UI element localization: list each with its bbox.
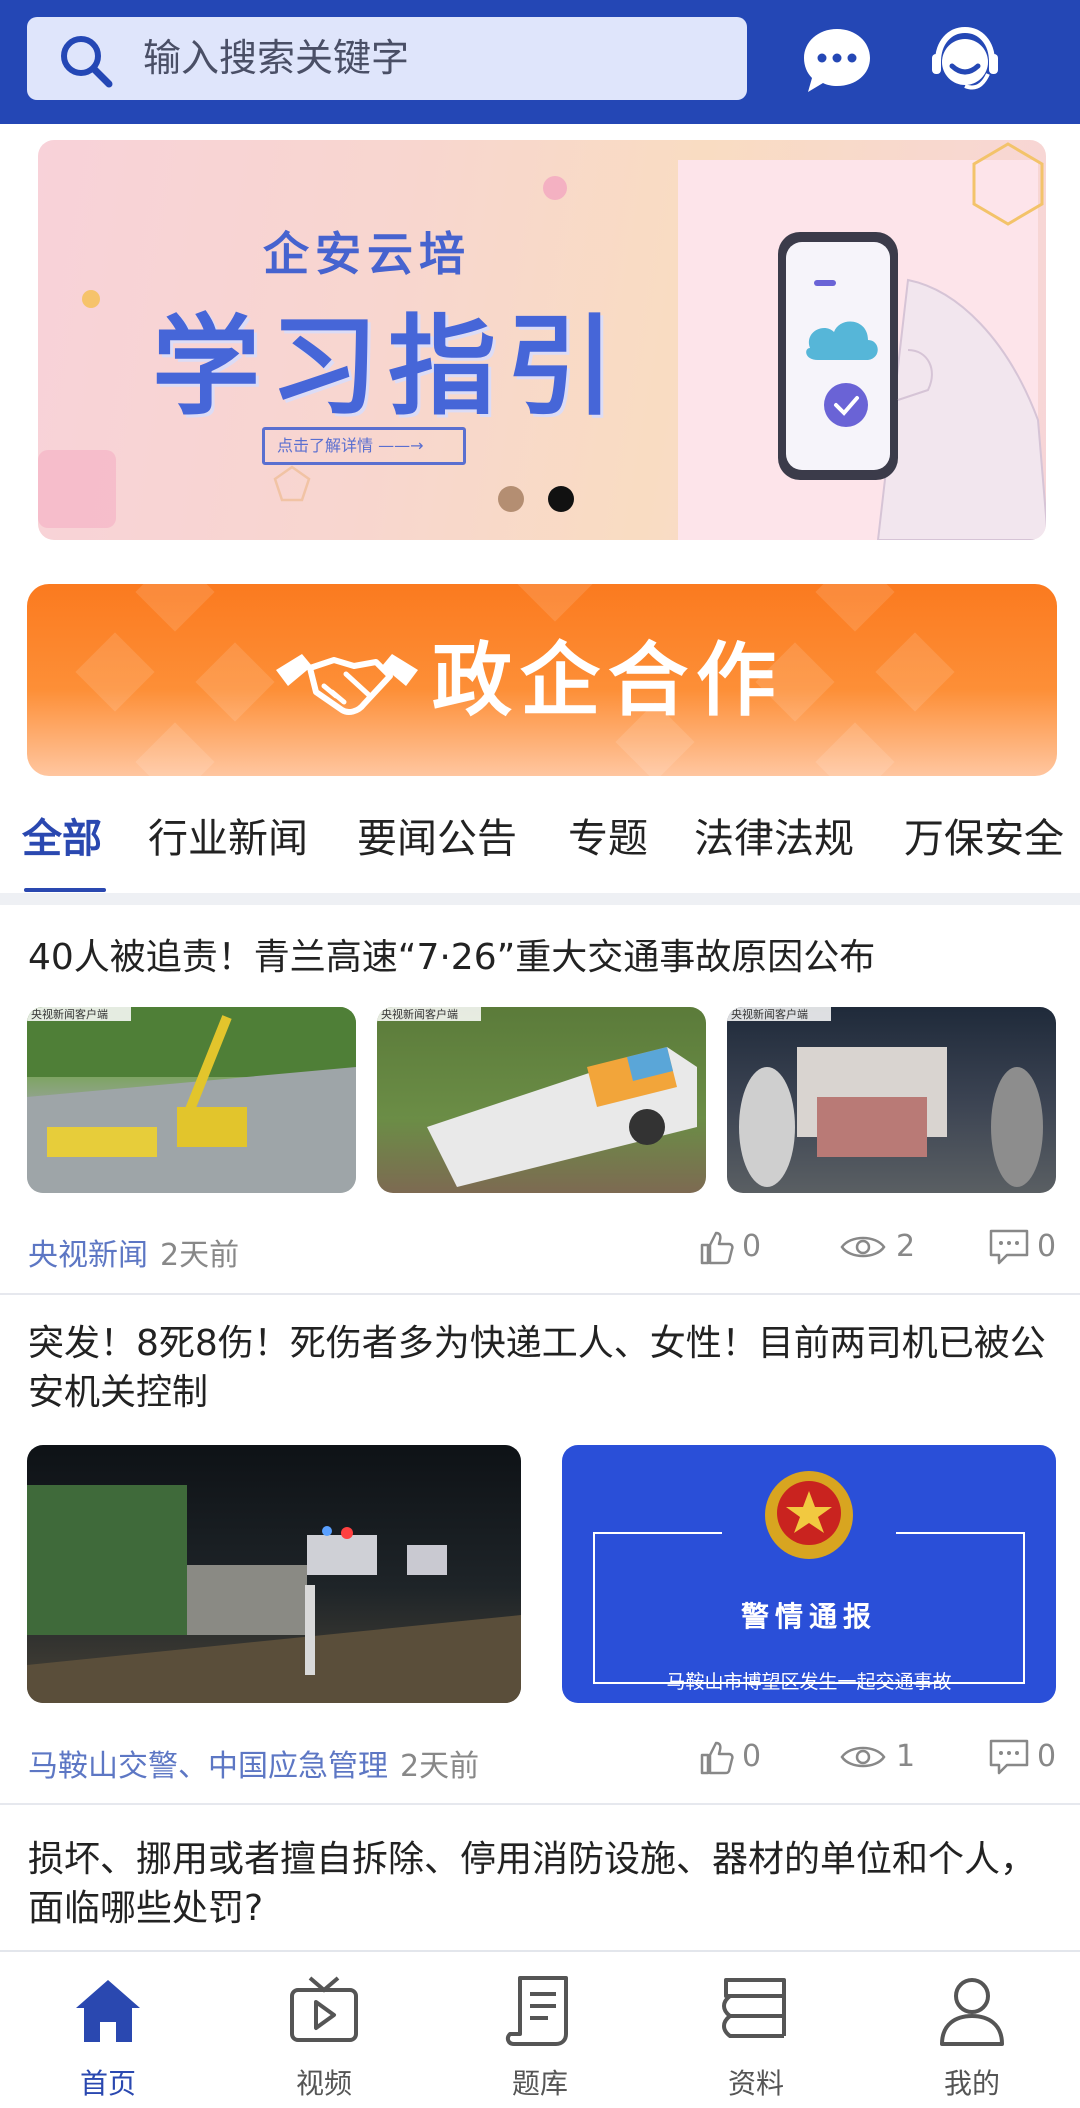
news-title[interactable]: 损坏、挪用或者擅自拆除、停用消防设施、器材的单位和个人，面临哪些处罚? [28,1835,1058,1933]
image-watermark: 央视新闻客户端 [381,1007,458,1021]
like-button[interactable]: 0 [696,1227,766,1267]
bottom-nav: 首页 视频 题库 资料 我的 [0,1950,1080,2108]
thumbs-up-icon [700,1741,734,1775]
like-count: 0 [742,1739,762,1774]
banner-title: 学习指引 [152,305,625,430]
decoration [195,642,275,722]
crane-scene-image: 央视新闻客户端 [27,1007,356,1193]
image-watermark: 央视新闻客户端 [31,1007,108,1021]
news-image[interactable]: 央视新闻客户端 [377,1007,706,1193]
nav-question-bank[interactable]: 题库 [432,1952,648,2108]
view-count: 1 [896,1739,916,1774]
decoration [815,584,895,632]
view-count: 2 [896,1229,916,1264]
comment-count: 0 [1037,1739,1057,1774]
nav-label: 题库 [511,2067,568,2100]
comment-button[interactable]: 0 [987,1737,1067,1777]
decoration [135,722,215,776]
like-count: 0 [742,1229,762,1264]
notice-caption: 马鞍山市博望区发生一起交通事故 [666,1671,952,1693]
news-title[interactable]: 40人被追责！青兰高速“7·26”重大交通事故原因公布 [28,933,1058,982]
view-count-stat: 2 [840,1227,920,1267]
materials-icon [722,1978,786,2038]
night-rescue-image: 央视新闻客户端 [727,1007,1043,1187]
decoration [82,290,100,308]
tab-all[interactable]: 全部 [22,806,102,864]
search-icon [61,36,113,88]
nav-label: 资料 [727,2067,784,2100]
handshake-icon [276,654,418,715]
decoration [875,632,955,712]
news-time: 2天前 [400,1749,480,1784]
police-notice-image[interactable]: 警情通报 马鞍山市博望区发生一起交通事故 [562,1445,1056,1703]
phone-hand-illustration [778,232,1046,540]
night-accident-image [27,1485,521,1703]
learning-guide-banner[interactable]: 企安云培 学习指引 点击了解详情 ——→ [38,140,1046,540]
crashed-bus-image: 央视新闻客户端 [377,1007,697,1187]
tab-industry-news[interactable]: 行业新闻 [148,806,308,864]
tab-announcements[interactable]: 要闻公告 [357,806,517,864]
profile-icon [940,1978,1004,2046]
question-bank-icon [505,1976,568,2046]
news-title[interactable]: 突发！8死8伤！死伤者多为快递工人、女性！目前两司机已被公安机关控制 [28,1319,1058,1417]
gov-banner-text: 政企合作 [432,634,784,727]
tab-laws[interactable]: 法律法规 [694,806,854,864]
eye-icon [840,1746,886,1768]
news-image[interactable]: 央视新闻客户端 [27,1007,356,1193]
chat-icon[interactable] [800,24,874,98]
news-image[interactable] [27,1445,521,1703]
nav-label: 视频 [295,2067,352,2100]
nav-label: 我的 [943,2067,1000,2100]
decoration [543,176,567,200]
news-image[interactable]: 央视新闻客户端 [727,1007,1056,1193]
section-divider [0,893,1080,905]
tab-wanbao-safety[interactable]: 万保安全 [904,806,1064,864]
comment-count: 0 [1037,1229,1057,1264]
decoration [75,632,155,712]
home-icon [76,1980,140,2042]
top-bar: 输入搜索关键字 [0,0,1080,124]
police-badge-image [593,1471,1025,1684]
app-root: 输入搜索关键字 企安云培 学习指引 点击了解详情 ——→ 政企合作 全部 行业新… [0,0,1080,2108]
banner-cta[interactable]: 点击了解详情 ——→ [262,427,466,465]
image-watermark: 央视新闻客户端 [731,1007,808,1021]
decoration [135,584,215,632]
nav-home[interactable]: 首页 [0,1952,216,2108]
like-button[interactable]: 0 [696,1737,766,1777]
search-bar[interactable]: 输入搜索关键字 [27,17,747,100]
carousel-indicator [498,486,578,516]
tab-topics[interactable]: 专题 [568,806,648,864]
active-tab-indicator [24,888,106,892]
search-input[interactable]: 输入搜索关键字 [143,17,409,100]
notice-heading: 警情通报 [740,1600,877,1633]
banner-subtitle: 企安云培 [263,227,471,281]
news-item[interactable]: 损坏、挪用或者擅自拆除、停用消防设施、器材的单位和个人，面临哪些处罚? [0,1805,1080,1950]
nav-profile[interactable]: 我的 [864,1952,1080,2108]
comment-icon [989,1229,1029,1265]
news-time: 2天前 [160,1238,240,1273]
news-item[interactable]: 突发！8死8伤！死伤者多为快递工人、女性！目前两司机已被公安机关控制 警情通报 … [0,1295,1080,1803]
decoration [38,450,116,528]
carousel-dot[interactable] [498,486,524,512]
category-tabs: 全部 行业新闻 要闻公告 专题 法律法规 万保安全 [0,800,1080,892]
thumbs-up-icon [700,1231,734,1265]
news-source[interactable]: 央视新闻 [28,1238,148,1273]
carousel-dot-active[interactable] [548,486,574,512]
view-count-stat: 1 [840,1737,920,1777]
news-item[interactable]: 40人被追责！青兰高速“7·26”重大交通事故原因公布 央视新闻客户端 央视新闻… [0,905,1080,1293]
nav-materials[interactable]: 资料 [648,1952,864,2108]
decoration [815,722,895,776]
pentagon-decoration [273,465,311,502]
news-meta: 央视新闻 2天前 [28,1230,239,1274]
customer-service-icon[interactable] [928,24,1002,98]
news-source[interactable]: 马鞍山交警、中国应急管理 [28,1749,388,1784]
gov-cooperation-banner[interactable]: 政企合作 [27,584,1057,776]
nav-video[interactable]: 视频 [216,1952,432,2108]
eye-icon [840,1236,886,1258]
video-icon [290,1976,358,2042]
news-meta: 马鞍山交警、中国应急管理 2天前 [28,1741,479,1785]
comment-icon [989,1739,1029,1775]
nav-label: 首页 [79,2067,136,2100]
comment-button[interactable]: 0 [987,1227,1067,1267]
